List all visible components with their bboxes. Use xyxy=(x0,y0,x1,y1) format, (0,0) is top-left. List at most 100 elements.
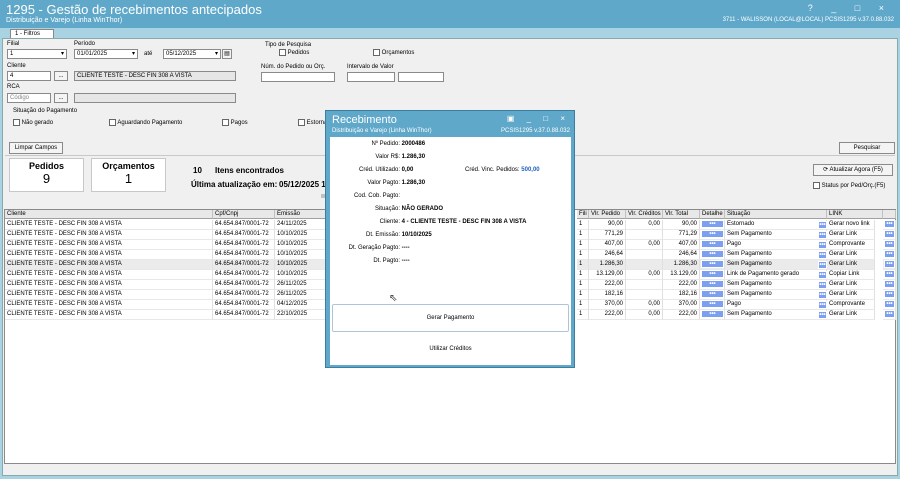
grid-header[interactable]: Situação xyxy=(725,210,827,219)
grid-cell[interactable]: Sem Pagamento xyxy=(725,260,827,270)
grid-cell[interactable]: Sem Pagamento xyxy=(725,290,827,300)
grid-cell[interactable]: 64.654.847/0001-72 xyxy=(213,290,275,300)
utilizar-creditos-button[interactable]: Utilizar Créditos xyxy=(332,337,569,362)
grid-cell[interactable]: 370,00 xyxy=(589,300,626,310)
grid-cell[interactable]: 1 xyxy=(577,260,589,270)
grid-header[interactable]: Vlr. Total xyxy=(663,210,700,219)
situacao-more-button[interactable]: ••• xyxy=(818,311,827,319)
grid-header[interactable]: Emissão xyxy=(275,210,330,219)
grid-cell[interactable]: 182,16 xyxy=(663,290,700,300)
more-button[interactable]: ••• xyxy=(700,280,725,290)
grid-cell[interactable]: 64.654.847/0001-72 xyxy=(213,240,275,250)
grid-header[interactable]: LINK xyxy=(827,210,883,219)
grid-cell[interactable]: 26/11/2025 xyxy=(275,280,330,290)
grid-cell[interactable] xyxy=(626,290,663,300)
grid-cell[interactable]: 222,00 xyxy=(589,310,626,320)
more-button[interactable]: ••• xyxy=(700,240,725,250)
situacao-more-button[interactable]: ••• xyxy=(818,301,827,309)
more-button[interactable]: ••• xyxy=(883,220,896,230)
pedidos-checkbox[interactable]: Pedidos xyxy=(279,49,309,56)
grid-cell[interactable]: 1 xyxy=(577,300,589,310)
limpar-campos-button[interactable]: Limpar Campos xyxy=(9,142,63,154)
grid-cell[interactable]: Sem Pagamento xyxy=(725,310,827,320)
grid-cell[interactable]: CLIENTE TESTE - DESC FIN 308 A VISTA xyxy=(5,270,213,280)
valor-max-input[interactable] xyxy=(398,72,444,82)
grid-cell[interactable]: 64.654.847/0001-72 xyxy=(213,300,275,310)
grid-cell[interactable]: 0,00 xyxy=(626,220,663,230)
grid-cell[interactable]: 1 xyxy=(577,220,589,230)
grid-cell[interactable]: 10/10/2025 xyxy=(275,270,330,280)
situacao-more-button[interactable]: ••• xyxy=(818,241,827,249)
grid-cell[interactable]: Pago xyxy=(725,300,827,310)
grid-cell[interactable]: 64.654.847/0001-72 xyxy=(213,270,275,280)
grid-cell[interactable]: CLIENTE TESTE - DESC FIN 308 A VISTA xyxy=(5,240,213,250)
cliente-code-input[interactable]: 4 xyxy=(7,71,51,81)
grid-cell[interactable]: 246,64 xyxy=(663,250,700,260)
grid-header[interactable]: Fili xyxy=(577,210,589,219)
more-button[interactable]: ••• xyxy=(700,230,725,240)
situacao-more-button[interactable]: ••• xyxy=(818,271,827,279)
grid-cell[interactable]: CLIENTE TESTE - DESC FIN 308 A VISTA xyxy=(5,300,213,310)
grid-cell[interactable]: Comprovante xyxy=(827,240,875,250)
grid-cell[interactable]: CLIENTE TESTE - DESC FIN 308 A VISTA xyxy=(5,250,213,260)
grid-cell[interactable]: Copiar Link xyxy=(827,270,875,280)
grid-cell[interactable]: 10/10/2025 xyxy=(275,260,330,270)
atualizar-agora-button[interactable]: ⟳ Atualizar Agora (F5) xyxy=(813,164,893,176)
grid-cell[interactable]: 64.654.847/0001-72 xyxy=(213,250,275,260)
more-button[interactable]: ••• xyxy=(883,250,896,260)
grid-cell[interactable]: 64.654.847/0001-72 xyxy=(213,220,275,230)
grid-cell[interactable]: Gerar Link xyxy=(827,230,875,240)
grid-cell[interactable]: 370,00 xyxy=(663,300,700,310)
more-button[interactable]: ••• xyxy=(883,300,896,310)
rca-lookup-button[interactable]: ... xyxy=(54,93,68,103)
situacao-more-button[interactable]: ••• xyxy=(818,231,827,239)
grid-cell[interactable]: Comprovante xyxy=(827,300,875,310)
grid-cell[interactable]: 0,00 xyxy=(626,240,663,250)
calendar-icon[interactable]: ▤ xyxy=(222,49,232,59)
pesquisar-button[interactable]: Pesquisar xyxy=(839,142,895,154)
grid-cell[interactable] xyxy=(626,230,663,240)
status-checkbox[interactable]: Status por Ped/Orç.(F5) xyxy=(813,182,885,189)
more-button[interactable]: ••• xyxy=(700,310,725,320)
gerar-pagamento-button[interactable]: Gerar Pagamento xyxy=(332,304,569,332)
grid-cell[interactable]: 222,00 xyxy=(663,310,700,320)
pagos-checkbox[interactable]: Pagos xyxy=(222,119,248,126)
grid-cell[interactable]: 22/10/2025 xyxy=(275,310,330,320)
grid-cell[interactable]: 222,00 xyxy=(663,280,700,290)
grid-cell[interactable]: Gerar Link xyxy=(827,260,875,270)
grid-cell[interactable]: Link de Pagamento gerado xyxy=(725,270,827,280)
periodo-to-field[interactable]: 05/12/2025 ▾ xyxy=(163,49,221,59)
more-button[interactable]: ••• xyxy=(883,310,896,320)
more-button[interactable]: ••• xyxy=(883,290,896,300)
more-button[interactable]: ••• xyxy=(883,270,896,280)
grid-cell[interactable]: Sem Pagamento xyxy=(725,230,827,240)
grid-cell[interactable]: 10/10/2025 xyxy=(275,230,330,240)
situacao-more-button[interactable]: ••• xyxy=(818,291,827,299)
grid-cell[interactable]: Gerar Link xyxy=(827,250,875,260)
grid-cell[interactable]: CLIENTE TESTE - DESC FIN 308 A VISTA xyxy=(5,310,213,320)
more-button[interactable]: ••• xyxy=(883,240,896,250)
grid-cell[interactable]: 26/11/2025 xyxy=(275,290,330,300)
grid-cell[interactable]: 1 xyxy=(577,230,589,240)
rca-input[interactable]: Código xyxy=(7,93,51,103)
grid-cell[interactable]: 64.654.847/0001-72 xyxy=(213,260,275,270)
grid-cell[interactable]: 222,00 xyxy=(589,280,626,290)
grid-cell[interactable]: Gerar novo link xyxy=(827,220,875,230)
grid-cell[interactable]: 407,00 xyxy=(663,240,700,250)
more-button[interactable]: ••• xyxy=(700,300,725,310)
grid-cell[interactable] xyxy=(626,280,663,290)
grid-cell[interactable]: 64.654.847/0001-72 xyxy=(213,310,275,320)
grid-cell[interactable]: 1 xyxy=(577,280,589,290)
more-button[interactable]: ••• xyxy=(700,270,725,280)
filial-select[interactable]: 1 ▾ xyxy=(7,49,67,59)
more-button[interactable]: ••• xyxy=(700,290,725,300)
more-button[interactable]: ••• xyxy=(700,220,725,230)
grid-cell[interactable]: 1 xyxy=(577,290,589,300)
grid-cell[interactable]: Gerar Link xyxy=(827,310,875,320)
periodo-from-field[interactable]: 01/01/2025 ▾ xyxy=(74,49,138,59)
grid-cell[interactable]: 90,00 xyxy=(663,220,700,230)
more-button[interactable]: ••• xyxy=(700,250,725,260)
grid-header[interactable]: Vlr. Pedido xyxy=(589,210,626,219)
grid-cell[interactable]: Gerar Link xyxy=(827,280,875,290)
more-button[interactable]: ••• xyxy=(883,280,896,290)
